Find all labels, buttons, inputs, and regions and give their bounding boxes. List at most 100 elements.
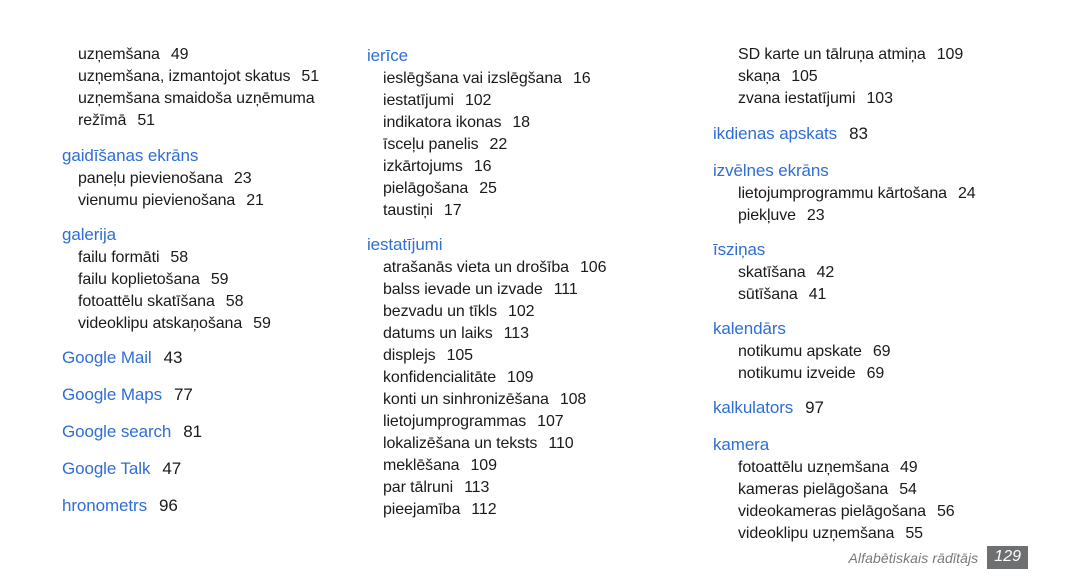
index-entry-label: uzņemšana smaidoša uzņēmuma <box>78 90 315 107</box>
index-heading[interactable]: izvēlnes ekrāns <box>713 159 1080 183</box>
index-columns: uzņemšana 49 uzņemšana, izmantojot skatus 5… <box>0 44 1080 545</box>
index-column-right: SD karte un tālruņa atmiņa 109 skaņa 105 zva… <box>676 44 1080 545</box>
index-heading-label: kalkulators <box>713 398 794 417</box>
index-entry[interactable]: zvana iestatījumi 103 <box>713 88 1080 110</box>
index-entry-list: SD karte un tālruņa atmiņa 109 skaņa 105 zva… <box>713 44 1080 110</box>
index-entry[interactable]: fotoattēlu uzņemšana 49 <box>713 457 1080 479</box>
index-entry[interactable]: indikatora ikonas 18 <box>367 112 676 134</box>
index-heading[interactable]: Google Mail 43 <box>62 346 356 370</box>
index-entry[interactable]: failu formāti 58 <box>62 247 356 269</box>
index-entry[interactable]: videoklipu atskaņošana 59 <box>62 313 356 335</box>
index-entry[interactable]: SD karte un tālruņa atmiņa 109 <box>713 44 1080 66</box>
index-entry[interactable]: fotoattēlu skatīšana 58 <box>62 291 356 313</box>
index-heading-label: ikdienas apskats <box>713 124 838 143</box>
index-entry-label: notikumu apskate <box>738 343 862 360</box>
index-entry-page-number: 55 <box>905 525 923 542</box>
index-entry[interactable]: notikumu apskate 69 <box>713 341 1080 363</box>
index-heading[interactable]: kalendārs <box>713 317 1080 341</box>
index-entry[interactable]: īsceļu panelis 22 <box>367 134 676 156</box>
index-group: kalkulators 97 <box>713 396 1080 420</box>
index-heading-label: Google search <box>62 422 172 441</box>
index-entry[interactable]: bezvadu un tīkls 102 <box>367 301 676 323</box>
index-entry-page-number: 106 <box>579 259 607 276</box>
index-entry[interactable]: pieejamība 112 <box>367 499 676 521</box>
index-entry-page-number: 16 <box>572 70 591 87</box>
index-heading-page-number: 83 <box>849 124 868 143</box>
index-entry[interactable]: vienumu pievienošana 21 <box>62 190 356 212</box>
index-entry-label: meklēšana <box>383 457 460 474</box>
index-entry[interactable]: iestatījumi 102 <box>367 90 676 112</box>
index-entry-page-number: 59 <box>210 271 229 288</box>
index-entry-label: skaņa <box>738 68 781 85</box>
index-entry-page-number: 23 <box>233 170 252 187</box>
index-heading[interactable]: iestatījumi <box>367 233 676 257</box>
index-column-middle: ierīce ieslēgšana vai izslēgšana 16 iestatī… <box>356 44 676 521</box>
index-entry[interactable]: kameras pielāgošana 54 <box>713 479 1080 501</box>
index-entry-label: indikatora ikonas <box>383 114 502 131</box>
index-heading[interactable]: īsziņas <box>713 238 1080 262</box>
index-entry-page-number: 58 <box>170 249 189 266</box>
index-entry[interactable]: videoklipu uzņemšana 55 <box>713 523 1080 545</box>
index-entry-page-number: 109 <box>470 457 497 474</box>
index-entry[interactable]: par tālruni 113 <box>367 477 676 499</box>
index-entry[interactable]: sūtīšana 41 <box>713 284 1080 306</box>
index-entry-page-number: 51 <box>301 68 320 85</box>
index-entry-page-number: 112 <box>471 501 497 518</box>
index-entry[interactable]: režīmā 51 <box>62 110 356 132</box>
index-entry[interactable]: failu koplietošana 59 <box>62 269 356 291</box>
index-entry[interactable]: piekļuve 23 <box>713 205 1080 227</box>
index-entry[interactable]: lietojumprogrammas 107 <box>367 411 676 433</box>
index-entry-page-number: 58 <box>225 293 244 310</box>
footer-page-number: 129 <box>987 546 1028 569</box>
index-heading-label: Google Talk <box>62 459 151 478</box>
index-heading-page-number: 97 <box>805 398 824 417</box>
index-entry-page-number: 54 <box>899 481 917 498</box>
index-entry[interactable]: konti un sinhronizēšana 108 <box>367 389 676 411</box>
index-entry[interactable]: balss ievade un izvade 111 <box>367 279 676 301</box>
index-entry[interactable]: videokameras pielāgošana 56 <box>713 501 1080 523</box>
index-heading[interactable]: ikdienas apskats 83 <box>713 122 1080 146</box>
index-group: gaidīšanas ekrāns paneļu pievienošana 23 vi… <box>62 144 356 212</box>
index-entry-label: fotoattēlu skatīšana <box>78 293 215 310</box>
index-entry[interactable]: uzņemšana, izmantojot skatus 51 <box>62 66 356 88</box>
index-heading-label: Google Maps <box>62 385 163 404</box>
index-entry[interactable]: pielāgošana 25 <box>367 178 676 200</box>
index-entry-label: par tālruni <box>383 479 454 496</box>
index-heading[interactable]: Google Maps 77 <box>62 383 356 407</box>
index-entry[interactable]: uzņemšana smaidoša uzņēmuma <box>62 88 356 110</box>
index-heading[interactable]: Google search 81 <box>62 420 356 444</box>
index-heading[interactable]: Google Talk 47 <box>62 457 356 481</box>
index-heading[interactable]: gaidīšanas ekrāns <box>62 144 356 168</box>
index-entry[interactable]: skatīšana 42 <box>713 262 1080 284</box>
index-entry-page-number: 23 <box>806 207 825 224</box>
index-entry[interactable]: taustiņi 17 <box>367 200 676 222</box>
index-entry[interactable]: atrašanās vieta un drošība 106 <box>367 257 676 279</box>
index-group: Google Talk 47 <box>62 457 356 481</box>
index-entry-label: datums un laiks <box>383 325 493 342</box>
index-entry[interactable]: paneļu pievienošana 23 <box>62 168 356 190</box>
index-entry[interactable]: datums un laiks 113 <box>367 323 676 345</box>
index-heading[interactable]: hronometrs 96 <box>62 494 356 518</box>
index-group: hronometrs 96 <box>62 494 356 518</box>
index-entry[interactable]: displejs 105 <box>367 345 676 367</box>
index-entry[interactable]: lokalizēšana un teksts 110 <box>367 433 676 455</box>
index-heading[interactable]: kalkulators 97 <box>713 396 1080 420</box>
index-group: izvēlnes ekrāns lietojumprogrammu kārtoša… <box>713 159 1080 227</box>
index-entry-page-number: 56 <box>936 503 955 520</box>
index-entry[interactable]: ieslēgšana vai izslēgšana 16 <box>367 68 676 90</box>
index-entry[interactable]: konfidencialitāte 109 <box>367 367 676 389</box>
index-heading[interactable]: galerija <box>62 223 356 247</box>
index-entry[interactable]: uzņemšana 49 <box>62 44 356 66</box>
index-entry-list: lietojumprogrammu kārtošana 24 piekļuve 23 <box>713 183 1080 227</box>
index-heading[interactable]: ierīce <box>367 44 676 68</box>
index-heading[interactable]: kamera <box>713 433 1080 457</box>
index-group: galerija failu formāti 58 failu koplietošan… <box>62 223 356 335</box>
index-entry[interactable]: lietojumprogrammu kārtošana 24 <box>713 183 1080 205</box>
index-entry[interactable]: skaņa 105 <box>713 66 1080 88</box>
index-entry[interactable]: notikumu izveide 69 <box>713 363 1080 385</box>
index-entry-label: uzņemšana <box>78 46 160 63</box>
index-entry-page-number: 111 <box>553 281 578 298</box>
index-entry[interactable]: izkārtojums 16 <box>367 156 676 178</box>
index-entry-label: bezvadu un tīkls <box>383 303 498 320</box>
index-entry[interactable]: meklēšana 109 <box>367 455 676 477</box>
